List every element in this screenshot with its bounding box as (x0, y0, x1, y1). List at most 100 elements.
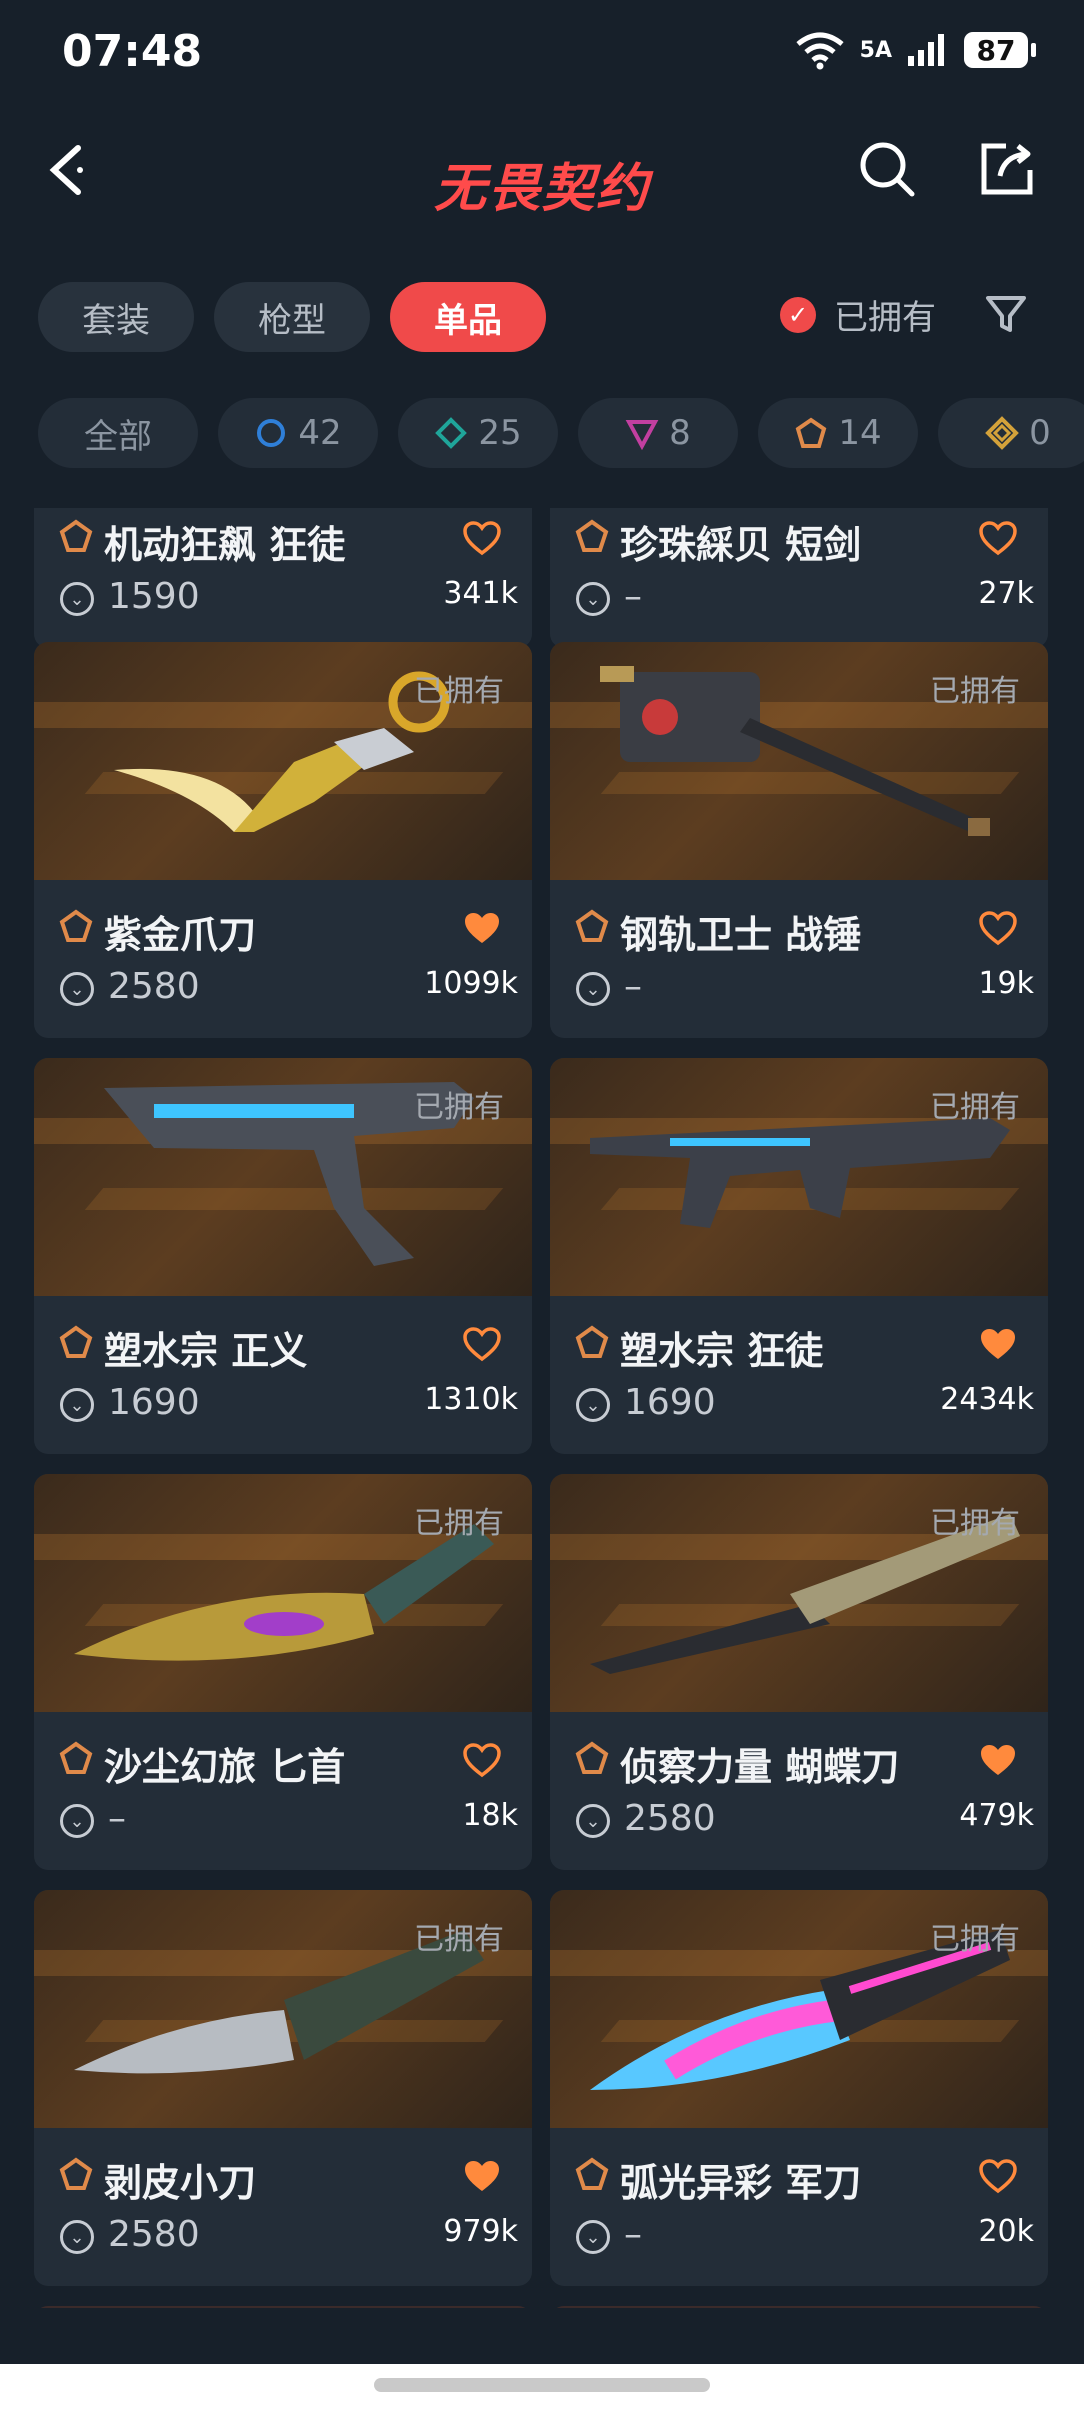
battery-indicator: 87 (964, 32, 1036, 68)
tier-chip-premium[interactable]: 8 (578, 398, 738, 468)
heart-icon[interactable] (462, 1326, 502, 1362)
item-image: 已拥有 (550, 1474, 1048, 1712)
exclusive-tier-icon (575, 1325, 609, 1358)
item-name: 弧光异彩 军刀 (620, 2161, 862, 2205)
item-name: 侦察力量 蝴蝶刀 (620, 1745, 900, 1789)
item-price: 1690 (624, 1382, 716, 1423)
ultra-tier-icon (985, 416, 1020, 450)
item-likes: 479k (959, 1798, 1034, 1833)
exclusive-tier-icon (59, 909, 93, 942)
select-tier-icon (257, 419, 286, 447)
item-name: 钢轨卫士 战锤 (620, 913, 862, 957)
tier-chip-ultra[interactable]: 0 (938, 398, 1084, 468)
wifi-icon (796, 32, 844, 70)
item-card[interactable] (550, 2306, 1048, 2308)
item-likes: 2434k (940, 1382, 1034, 1417)
heart-icon[interactable] (978, 910, 1018, 946)
tab-bundles[interactable]: 套装 (38, 282, 194, 352)
status-bar: 07:48 5A 87 (0, 0, 1084, 110)
vp-currency-icon: ⌄ (60, 972, 94, 1006)
search-icon[interactable] (856, 138, 918, 200)
tier-chip-count: 42 (298, 413, 342, 453)
owned-label: 已拥有 (414, 674, 504, 709)
vp-currency-icon: ⌄ (60, 582, 94, 616)
item-likes: 341k (443, 576, 518, 611)
item-image: 已拥有 (550, 642, 1048, 880)
tier-chip-count: 0 (1029, 413, 1051, 453)
tier-chip-select[interactable]: 42 (218, 398, 378, 468)
deluxe-tier-icon (435, 417, 468, 449)
exclusive-tier-icon (59, 1741, 93, 1774)
heart-filled-icon[interactable] (978, 1742, 1018, 1778)
item-card[interactable]: 珍珠綵贝 短剑 ⌄ – 27k (550, 508, 1048, 648)
signal-icon (908, 34, 944, 66)
item-price: 1590 (108, 576, 200, 617)
tab-weapon-types[interactable]: 枪型 (214, 282, 370, 352)
item-card[interactable]: 已拥有 钢轨卫士 战锤 ⌄ – 19k (550, 642, 1048, 1038)
filter-icon[interactable] (984, 292, 1028, 336)
owned-label: 已拥有 (930, 1090, 1020, 1125)
item-price: 1690 (108, 1382, 200, 1423)
item-image: 已拥有 (34, 642, 532, 880)
tier-filter-row: 全部 42 25 8 14 0 (38, 398, 1084, 468)
item-image: 已拥有 (34, 1058, 532, 1296)
share-icon[interactable] (976, 138, 1038, 200)
heart-icon[interactable] (462, 1742, 502, 1778)
item-name: 沙尘幻旅 匕首 (104, 1745, 346, 1789)
heart-filled-icon[interactable] (978, 1326, 1018, 1362)
vp-currency-icon: ⌄ (60, 1804, 94, 1838)
premium-tier-icon (625, 420, 659, 450)
heart-icon[interactable] (978, 520, 1018, 556)
item-price: – (108, 1798, 126, 1839)
app-header: 无畏契约 (0, 110, 1084, 230)
heart-icon[interactable] (978, 2158, 1018, 2194)
tier-chip-count: 8 (669, 413, 691, 453)
home-indicator[interactable] (374, 2378, 710, 2392)
item-likes: 1310k (424, 1382, 518, 1417)
vp-currency-icon: ⌄ (576, 582, 610, 616)
item-grid: 机动狂飙 狂徒 ⌄ 1590 341k 珍珠綵贝 短剑 ⌄ – 27k 已拥有 … (0, 508, 1084, 2308)
owned-filter-toggle[interactable]: ✓ 已拥有 (780, 290, 936, 339)
item-name: 塑水宗 狂徒 (620, 1329, 824, 1373)
item-price: – (624, 966, 642, 1007)
tab-single-items[interactable]: 单品 (390, 282, 546, 352)
item-price: 2580 (624, 1798, 716, 1839)
item-name: 塑水宗 正义 (104, 1329, 308, 1373)
owned-label: 已拥有 (414, 1506, 504, 1541)
item-name: 剥皮小刀 (104, 2161, 257, 2205)
item-likes: 979k (443, 2214, 518, 2249)
checkmark-icon: ✓ (780, 296, 816, 333)
tier-chip-count: 25 (478, 413, 522, 453)
heart-filled-icon[interactable] (462, 910, 502, 946)
tier-chip-all[interactable]: 全部 (38, 398, 198, 468)
item-price: 2580 (108, 2214, 200, 2255)
heart-filled-icon[interactable] (462, 2158, 502, 2194)
item-card[interactable]: 已拥有 沙尘幻旅 匕首 ⌄ – 18k (34, 1474, 532, 1870)
item-card[interactable]: 已拥有 紫金爪刀 ⌄ 2580 1099k (34, 642, 532, 1038)
item-card[interactable] (34, 2306, 532, 2308)
exclusive-tier-icon (575, 2157, 609, 2190)
vp-currency-icon: ⌄ (576, 1804, 610, 1838)
exclusive-tier-icon (575, 519, 609, 552)
item-image: 已拥有 (550, 1890, 1048, 2128)
vp-currency-icon: ⌄ (576, 972, 610, 1006)
status-time: 07:48 (62, 26, 203, 77)
tier-chip-label: 全部 (84, 416, 152, 457)
owned-label: 已拥有 (414, 1090, 504, 1125)
heart-icon[interactable] (462, 520, 502, 556)
item-card[interactable]: 已拥有 弧光异彩 军刀 ⌄ – 20k (550, 1890, 1048, 2286)
item-card[interactable]: 已拥有 塑水宗 正义 ⌄ 1690 1310k (34, 1058, 532, 1454)
tier-chip-exclusive[interactable]: 14 (758, 398, 918, 468)
item-card[interactable]: 已拥有 侦察力量 蝴蝶刀 ⌄ 2580 479k (550, 1474, 1048, 1870)
item-card[interactable]: 已拥有 塑水宗 狂徒 ⌄ 1690 2434k (550, 1058, 1048, 1454)
category-tabs: 套装 枪型 单品 (38, 282, 546, 352)
owned-label: 已拥有 (930, 1922, 1020, 1957)
owned-label: 已拥有 (930, 674, 1020, 709)
tier-chip-deluxe[interactable]: 25 (398, 398, 558, 468)
item-price: – (624, 576, 642, 617)
item-likes: 19k (978, 966, 1034, 1001)
item-name: 珍珠綵贝 短剑 (620, 523, 862, 567)
status-icons: 5A 87 (794, 30, 1036, 70)
item-card[interactable]: 机动狂飙 狂徒 ⌄ 1590 341k (34, 508, 532, 648)
item-card[interactable]: 已拥有 剥皮小刀 ⌄ 2580 979k (34, 1890, 532, 2286)
